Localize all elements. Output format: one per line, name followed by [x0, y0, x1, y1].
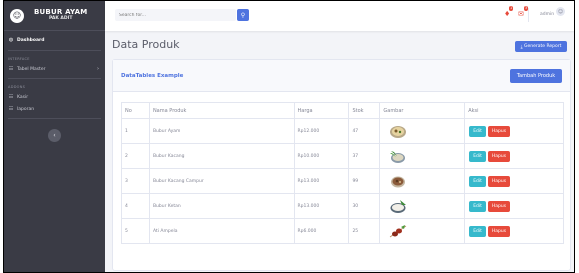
cell-gambar [379, 143, 466, 169]
cell-nama: Bubur Ayam [148, 118, 295, 144]
messages-envelope-icon[interactable]: ✉ [518, 10, 524, 18]
bowl-image [390, 199, 407, 213]
skewer-image [390, 224, 407, 237]
cell-stok: 47 [348, 118, 381, 144]
cell-nama: Bubur Kacang Campur [148, 168, 295, 194]
cell-no: 4 [121, 193, 150, 219]
cell-stok: 30 [348, 193, 381, 219]
cell-no: 2 [121, 143, 150, 169]
sidebar-divider [8, 50, 101, 51]
cell-harga: Rp13.000 [293, 168, 350, 194]
page-title: Data Produk [112, 38, 180, 51]
brand[interactable]: ☺ BUBUR AYAM PAK ADIT [4, 1, 105, 31]
cell-nama: Bubur Ketan [148, 193, 295, 219]
cell-harga: Rp10.000 [293, 143, 350, 169]
cell-aksi: Edit Hapus [464, 218, 564, 244]
cell-nama: Ati Ampela [148, 218, 295, 244]
table-icon: ☷ [8, 66, 14, 72]
edit-button[interactable]: Edit [469, 150, 486, 162]
search-button[interactable]: ⚲ [237, 9, 249, 21]
edit-button[interactable]: Edit [469, 125, 486, 137]
alerts-bell-icon[interactable]: ♦ [504, 10, 510, 18]
edit-button[interactable]: Edit [469, 200, 486, 212]
cell-harga: Rp6.000 [293, 218, 350, 244]
delete-button[interactable]: Hapus [487, 175, 511, 187]
sidebar-item-laporan[interactable]: ☷ laporan [4, 103, 105, 115]
cell-gambar [379, 118, 466, 144]
generate-report-button[interactable]: ⤓ Generate Report [515, 41, 567, 52]
bowl-image [390, 125, 407, 138]
cell-aksi: Edit Hapus [464, 193, 564, 219]
delete-button[interactable]: Hapus [487, 225, 511, 237]
sidebar: ☺ BUBUR AYAM PAK ADIT ◍ Dashboard INTERF… [4, 1, 105, 272]
sidebar-item-label: laporan [17, 106, 35, 112]
cell-stok: 25 [348, 218, 381, 244]
add-product-button[interactable]: Tambah Produk [510, 69, 562, 83]
table-row: 4 Bubur Ketan Rp13.000 30 Edit Hapus [121, 193, 564, 219]
sidebar-item-label: Tabel Master [17, 66, 46, 72]
table-row: 3 Bubur Kacang Campur Rp13.000 99 Edit Ha… [121, 168, 564, 194]
avatar[interactable]: ☺ [556, 7, 565, 16]
cell-gambar [379, 218, 466, 244]
table-row: 2 Bubur Kacang Rp10.000 37 Edit Hapus [121, 143, 564, 169]
column-header[interactable]: Stok [348, 102, 381, 119]
table-row: 1 Bubur Ayam Rp12.000 47 Edit Hapus [121, 118, 564, 144]
report-icon: ☷ [8, 106, 14, 112]
cell-harga: Rp13.000 [293, 193, 350, 219]
sidebar-divider [8, 78, 101, 79]
bowl-image [390, 150, 406, 163]
edit-button[interactable]: Edit [469, 225, 486, 237]
cell-aksi: Edit Hapus [464, 118, 564, 144]
column-header[interactable]: Harga [293, 102, 350, 119]
sidebar-heading-addons: ADDONS [8, 84, 26, 89]
cell-no: 1 [121, 118, 150, 144]
bowl-image [391, 176, 406, 187]
search-icon: ⚲ [240, 11, 246, 19]
datatable-card: DataTables Example Tambah Produk No Nama… [112, 59, 571, 271]
delete-button[interactable]: Hapus [487, 125, 511, 137]
sidebar-toggle-button[interactable]: ‹ [48, 129, 61, 142]
column-header[interactable]: Nama Produk [148, 102, 295, 119]
sidebar-item-label: Dashboard [17, 37, 45, 43]
cell-stok: 37 [348, 143, 381, 169]
sidebar-item-label: Kasir [17, 94, 29, 100]
delete-button[interactable]: Hapus [487, 150, 511, 162]
cell-nama: Bubur Kacang [148, 143, 295, 169]
column-header[interactable]: Aksi [464, 102, 564, 119]
chevron-right-icon: › [97, 66, 99, 72]
cell-gambar [379, 193, 466, 219]
topbar: ⚲ ♦ 1 ✉ 3 admin ☺ [105, 1, 574, 31]
dashboard-icon: ◍ [8, 37, 14, 43]
column-header[interactable]: No [121, 102, 150, 119]
table-row: 5 Ati Ampela Rp6.000 25 Edit Hapus [121, 218, 564, 244]
column-header[interactable]: Gambar [379, 102, 466, 119]
edit-button[interactable]: Edit [469, 175, 486, 187]
search-input[interactable] [115, 9, 236, 21]
table-header-row: No Nama Produk Harga Stok Gambar Aksi [121, 102, 564, 119]
delete-button[interactable]: Hapus [487, 200, 511, 212]
sidebar-item-dashboard[interactable]: ◍ Dashboard [4, 33, 105, 47]
cell-aksi: Edit Hapus [464, 143, 564, 169]
cell-harga: Rp12.000 [293, 118, 350, 144]
products-table: No Nama Produk Harga Stok Gambar Aksi 1 … [121, 102, 564, 244]
cash-register-icon: ☷ [8, 94, 14, 100]
user-name[interactable]: admin [540, 12, 554, 17]
cell-no: 3 [121, 168, 150, 194]
alerts-badge: 1 [509, 6, 514, 11]
brand-logo-icon: ☺ [10, 8, 24, 23]
cell-gambar [379, 168, 466, 194]
topbar-divider [528, 8, 529, 22]
sidebar-heading-interface: INTERFACE [8, 56, 30, 61]
card-title: DataTables Example [121, 73, 184, 79]
cell-no: 5 [121, 218, 150, 244]
brand-subtitle: PAK ADIT [49, 15, 73, 21]
sidebar-divider [8, 118, 101, 119]
sidebar-item-tabel-master[interactable]: ☷ Tabel Master › [4, 63, 105, 75]
sidebar-item-kasir[interactable]: ☷ Kasir [4, 91, 105, 103]
cell-stok: 99 [348, 168, 381, 194]
app-frame: ☺ BUBUR AYAM PAK ADIT ◍ Dashboard INTERF… [3, 0, 575, 273]
card-header: DataTables Example Tambah Produk [113, 60, 570, 92]
cell-aksi: Edit Hapus [464, 168, 564, 194]
